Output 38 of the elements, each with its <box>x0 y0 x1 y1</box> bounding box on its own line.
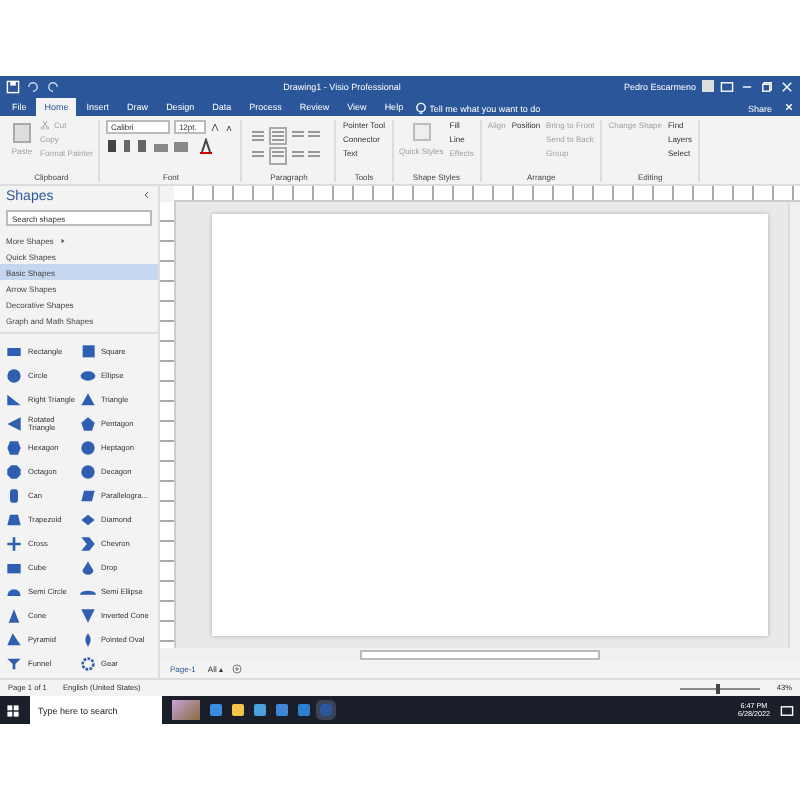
cone-icon[interactable] <box>6 608 22 624</box>
cylinder-icon[interactable] <box>6 488 22 504</box>
octagon-icon[interactable] <box>6 464 22 480</box>
save-icon[interactable] <box>6 79 20 93</box>
horizontal-scrollbar[interactable] <box>360 649 600 659</box>
diamond-icon[interactable] <box>79 512 95 528</box>
undo-icon[interactable] <box>26 79 40 93</box>
add-page-icon[interactable] <box>232 664 243 674</box>
cross-icon[interactable] <box>6 536 22 552</box>
close-icon[interactable] <box>782 99 796 113</box>
triangle-icon[interactable] <box>79 392 95 408</box>
grow-font-icon[interactable] <box>210 122 221 132</box>
right-triangle-icon[interactable] <box>6 392 22 408</box>
rectangle-icon[interactable] <box>6 344 22 360</box>
drop-icon[interactable] <box>79 560 95 576</box>
notification-icon[interactable] <box>780 703 794 717</box>
triangle-icon[interactable] <box>6 416 22 432</box>
avatar-icon[interactable] <box>702 80 715 92</box>
square-icon[interactable] <box>79 344 95 360</box>
circle-icon[interactable] <box>6 368 22 384</box>
trapezoid-icon[interactable] <box>6 512 22 528</box>
pentagon-icon[interactable] <box>79 416 95 432</box>
app-icon[interactable] <box>298 704 310 716</box>
shrink-font-icon[interactable] <box>224 122 235 132</box>
windows-logo-icon[interactable] <box>6 703 20 717</box>
redo-icon[interactable] <box>46 79 60 93</box>
pyramid-icon[interactable] <box>6 632 22 648</box>
inverted-cone-icon[interactable] <box>79 608 95 624</box>
close-icon[interactable] <box>780 79 795 93</box>
funnel-icon[interactable] <box>6 656 22 672</box>
clipboard-icon[interactable] <box>10 120 34 144</box>
restore-icon[interactable] <box>760 79 775 93</box>
hexagon-icon[interactable] <box>6 440 22 456</box>
semicircle-icon[interactable] <box>6 584 22 600</box>
chevron-icon[interactable] <box>79 536 95 552</box>
parallelogram-icon[interactable] <box>79 488 95 504</box>
ribbon-display-icon[interactable] <box>720 79 735 93</box>
ellipse-icon[interactable] <box>79 368 95 384</box>
